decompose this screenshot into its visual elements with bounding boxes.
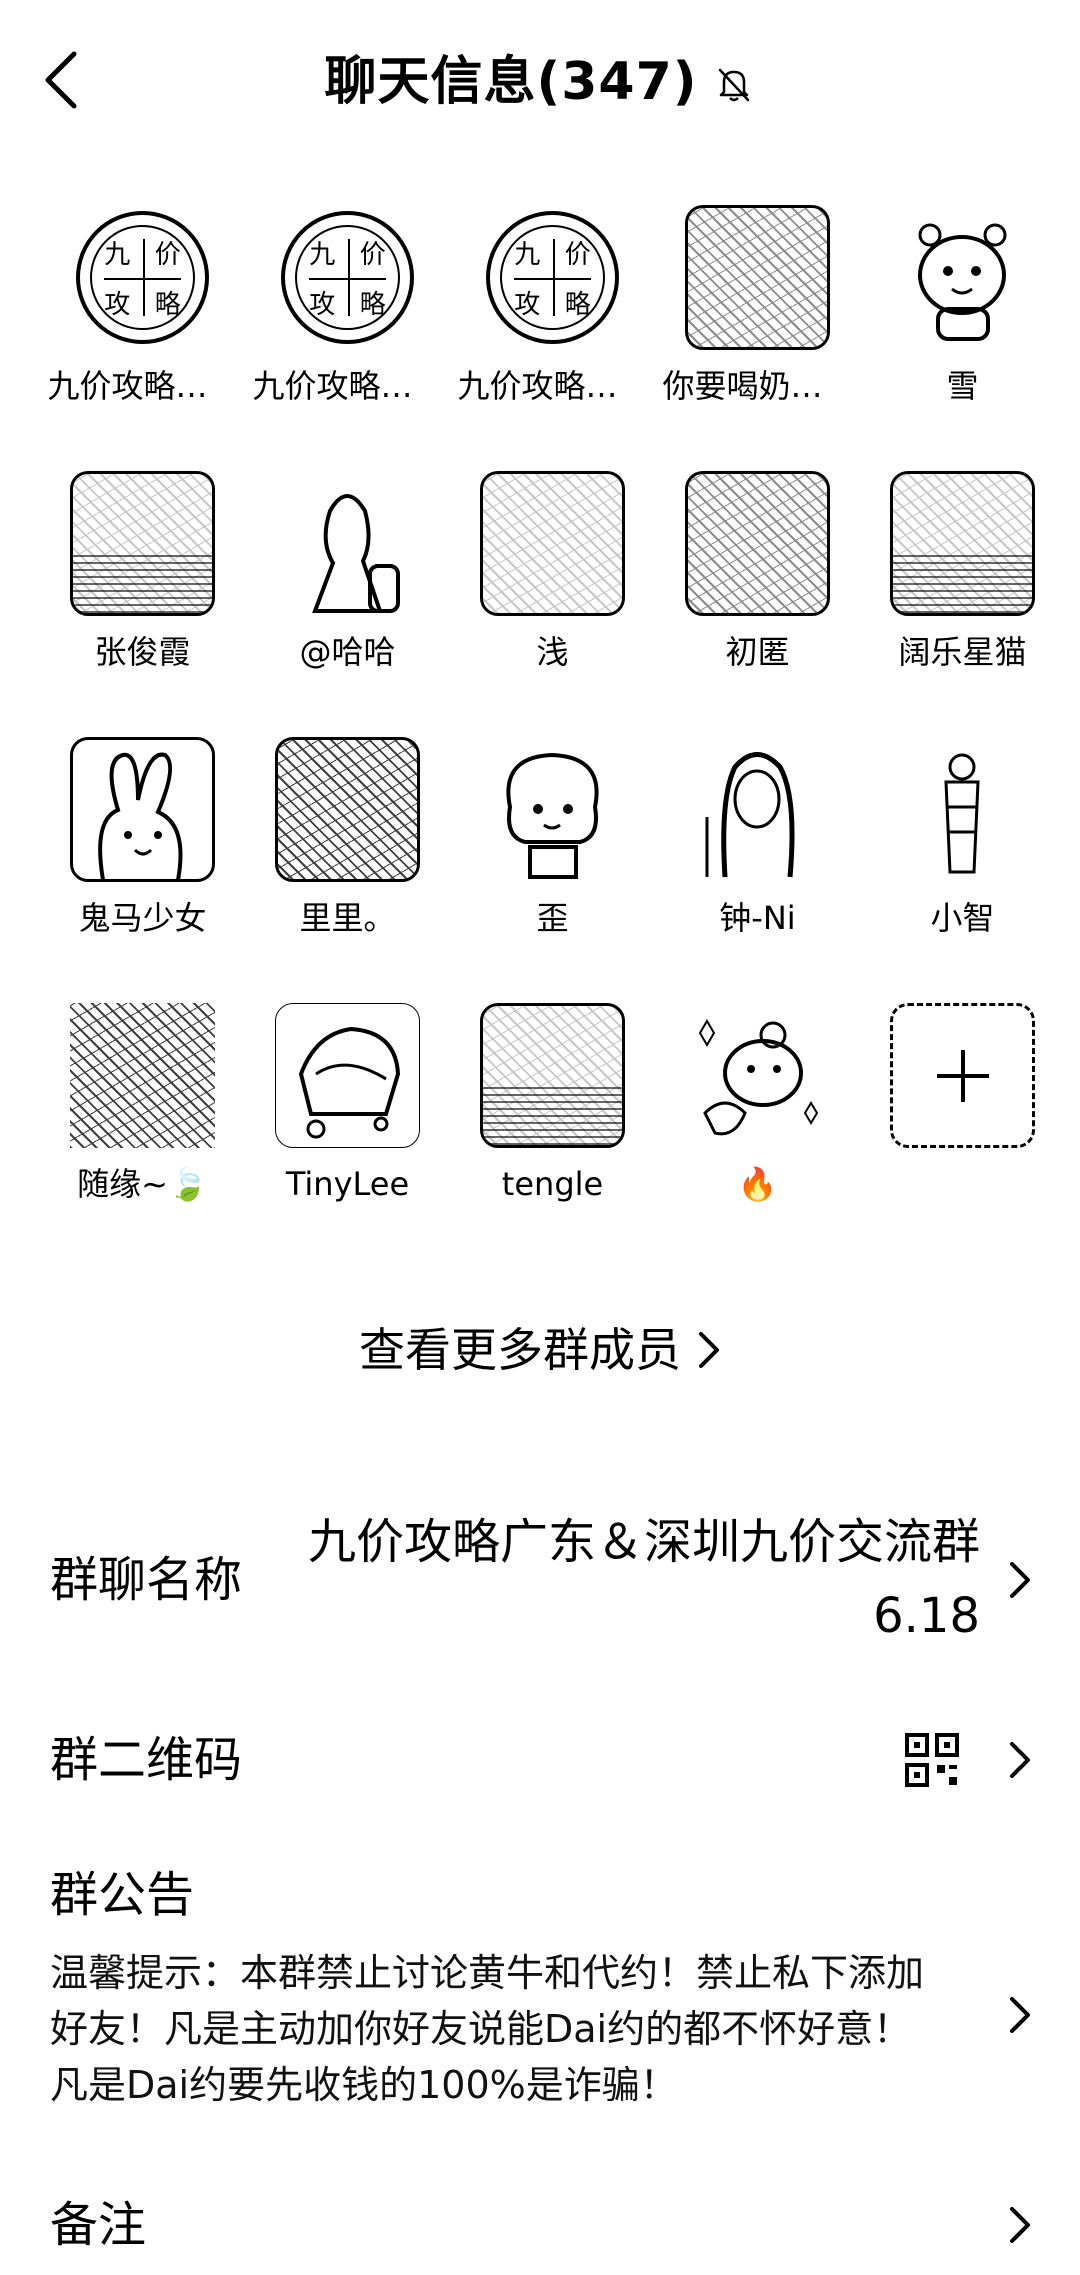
member-item[interactable]: 九价攻略 九价攻略广东 — [40, 205, 245, 471]
member-item[interactable]: tengle — [450, 1003, 655, 1269]
remark-label: 备注 — [50, 2197, 147, 2253]
avatar — [70, 1003, 215, 1148]
member-name: 🔥 — [737, 1165, 778, 1203]
avatar — [685, 205, 830, 350]
qr-code-icon — [905, 1733, 959, 1787]
group-notice-label: 群公告 — [50, 1867, 195, 1923]
member-name: 雪 — [946, 367, 979, 405]
member-name: @哈哈 — [299, 633, 396, 671]
chevron-right-icon — [1000, 1730, 1040, 1790]
member-item[interactable]: 里里。 — [245, 737, 450, 1003]
member-item[interactable]: 🔥 — [655, 1003, 860, 1269]
member-item[interactable]: 小智 — [860, 737, 1065, 1003]
chevron-right-icon — [1000, 2195, 1040, 2255]
member-item[interactable]: @哈哈 — [245, 471, 450, 737]
member-name: 张俊霞 — [94, 633, 191, 671]
member-item[interactable]: 初匿 — [655, 471, 860, 737]
group-name-value: 九价攻略广东＆深圳九价交流群6.18 — [307, 1514, 980, 1644]
avatar — [890, 737, 1035, 882]
view-more-members-label: 查看更多群成员 — [359, 1323, 681, 1377]
member-name: 初匿 — [725, 633, 790, 671]
group-qr-label: 群二维码 — [50, 1732, 243, 1788]
group-name-label: 群聊名称 — [50, 1552, 243, 1608]
avatar — [685, 471, 830, 616]
member-name: tengle — [501, 1165, 604, 1203]
avatar — [480, 737, 625, 882]
member-item[interactable]: 鬼马少女 — [40, 737, 245, 1003]
top-bar: 聊天信息(347) — [0, 0, 1080, 170]
member-name: 你要喝奶茶吗 — [662, 367, 853, 405]
member-name: 九价攻略广东 — [252, 367, 443, 405]
member-name: 钟-Ni — [719, 899, 796, 937]
member-item[interactable]: 阔乐星猫 — [860, 471, 1065, 737]
avatar — [685, 1003, 830, 1148]
member-name: 鬼马少女 — [78, 899, 207, 937]
member-item[interactable]: 歪 — [450, 737, 655, 1003]
remark-row[interactable]: 备注 — [50, 2195, 1040, 2275]
member-item[interactable]: TinyLee — [245, 1003, 450, 1269]
add-member-button[interactable] — [860, 1003, 1065, 1269]
member-item[interactable]: 钟-Ni — [655, 737, 860, 1003]
member-item[interactable]: 雪 — [860, 205, 1065, 471]
avatar: 九价攻略 — [275, 205, 420, 350]
avatar — [480, 471, 625, 616]
member-name: 九价攻略广东 — [47, 367, 238, 405]
plus-icon — [936, 1049, 989, 1102]
group-name-row[interactable]: 群聊名称 九价攻略广东＆深圳九价交流群6.18 — [50, 1505, 1040, 1655]
group-qr-row[interactable]: 群二维码 — [50, 1720, 1040, 1800]
member-item[interactable]: 浅 — [450, 471, 655, 737]
chevron-right-icon — [699, 1332, 719, 1368]
group-notice-row[interactable]: 群公告 温馨提示：本群禁止讨论黄牛和代约！禁止私下添加好友！凡是主动加你好友说能… — [50, 1865, 1040, 2145]
avatar: 九价攻略 — [70, 205, 215, 350]
avatar — [70, 471, 215, 616]
avatar — [890, 205, 1035, 350]
chevron-right-icon — [1000, 1550, 1040, 1610]
view-more-members-link[interactable]: 查看更多群成员 — [0, 1315, 1080, 1385]
member-grid: 九价攻略 九价攻略广东 九价攻略 九价攻略广东 九价攻略 九价攻略广东 你要喝奶… — [40, 205, 1065, 1269]
avatar — [275, 471, 420, 616]
avatar — [480, 1003, 625, 1148]
member-name: 小智 — [930, 899, 995, 937]
page-title: 聊天信息(347) — [324, 52, 698, 112]
member-name: 歪 — [536, 899, 569, 937]
member-item[interactable]: 九价攻略 九价攻略广东 — [450, 205, 655, 471]
member-name: 随缘~🍃 — [77, 1165, 208, 1203]
avatar — [685, 737, 830, 882]
member-name: 阔乐星猫 — [898, 633, 1027, 671]
avatar — [890, 471, 1035, 616]
avatar — [275, 1003, 420, 1148]
member-name: 浅 — [536, 633, 569, 671]
member-item[interactable]: 你要喝奶茶吗 — [655, 205, 860, 471]
member-item[interactable]: 随缘~🍃 — [40, 1003, 245, 1269]
avatar — [275, 737, 420, 882]
group-notice-text: 温馨提示：本群禁止讨论黄牛和代约！禁止私下添加好友！凡是主动加你好友说能Dai约… — [50, 1951, 925, 2107]
member-item[interactable]: 九价攻略 九价攻略广东 — [245, 205, 450, 471]
avatar — [70, 737, 215, 882]
chevron-right-icon — [1000, 1985, 1040, 2045]
member-name: 里里。 — [299, 899, 396, 937]
member-name: 九价攻略广东 — [457, 367, 648, 405]
member-name: TinyLee — [285, 1165, 410, 1203]
bell-off-icon — [712, 62, 756, 106]
member-item[interactable]: 张俊霞 — [40, 471, 245, 737]
avatar: 九价攻略 — [480, 205, 625, 350]
